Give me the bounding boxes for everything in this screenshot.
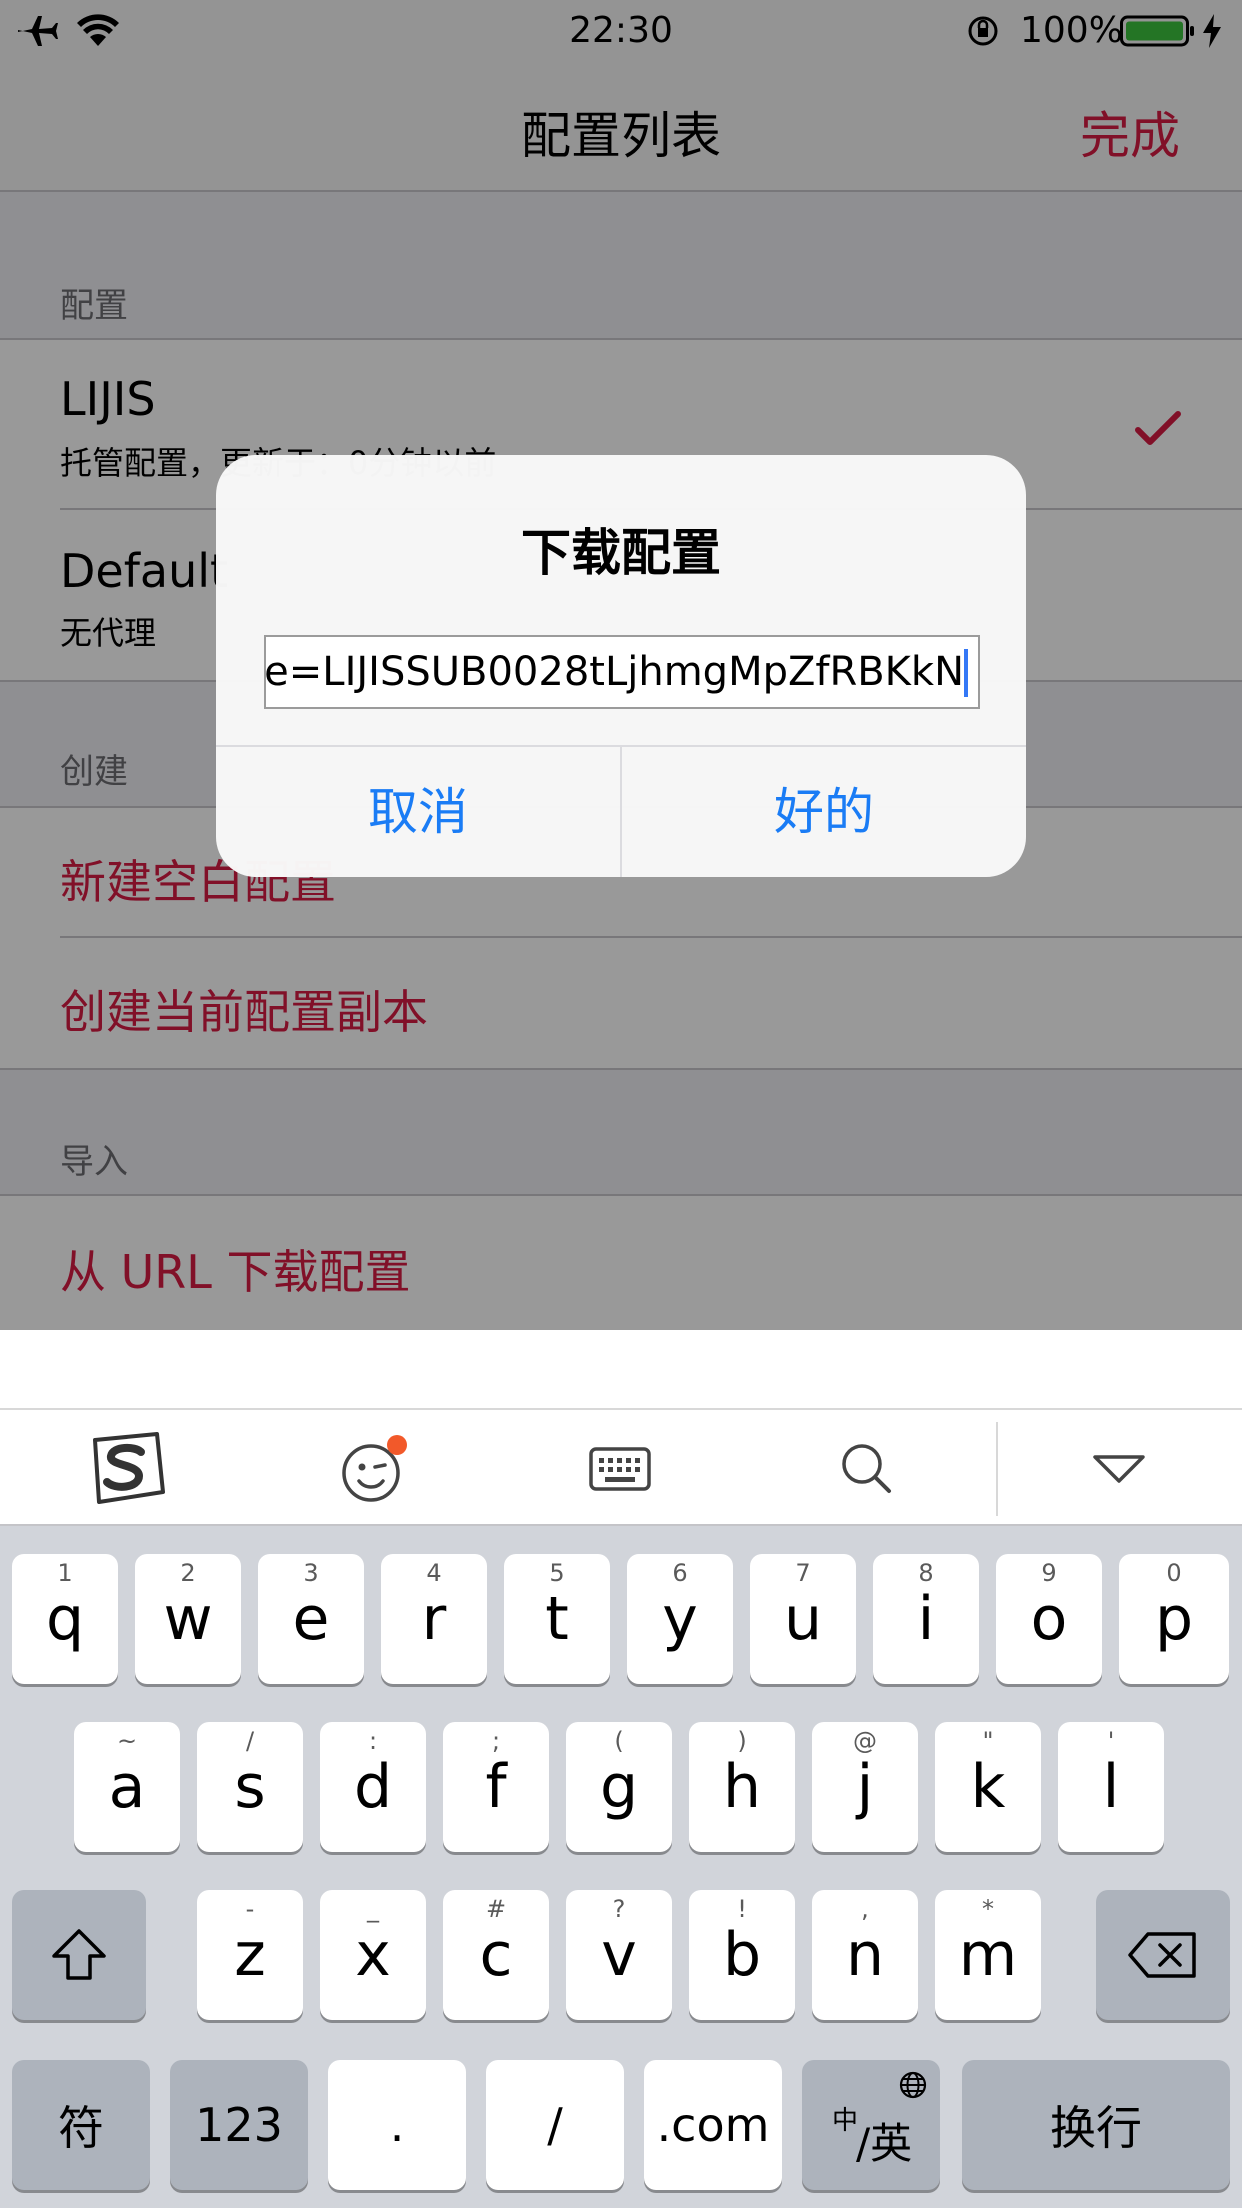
url-input-value: ode=LIJISSUB0028tLjhmgMpZfRBKkN bbox=[264, 649, 964, 695]
globe-icon bbox=[899, 2071, 927, 2099]
key-a[interactable]: ~ a bbox=[74, 1722, 180, 1852]
ime-toolbar bbox=[0, 1408, 1242, 1526]
key-w[interactable]: 2w bbox=[135, 1554, 241, 1684]
key-q[interactable]: 1q bbox=[12, 1554, 118, 1684]
download-config-alert: 下载配置 ode=LIJISSUB0028tLjhmgMpZfRBKkN 取消 … bbox=[216, 455, 1026, 877]
keyboard-accessory-area bbox=[0, 1330, 1242, 1408]
key-x[interactable]: _ x bbox=[320, 1890, 426, 2020]
key-label: q bbox=[45, 1584, 85, 1654]
key-label: a bbox=[108, 1752, 146, 1822]
key-r[interactable]: 4r bbox=[381, 1554, 487, 1684]
shift-icon bbox=[12, 1890, 146, 2020]
key-label: o bbox=[1030, 1584, 1068, 1654]
key-t[interactable]: 5t bbox=[504, 1554, 610, 1684]
keyboard: 1q 2w 3e 4r 5t 6y 7u 8i 9o 0p ~ a / s :d ;… bbox=[0, 1330, 1242, 2208]
key-b[interactable]: ! b bbox=[689, 1890, 795, 2020]
key-label: k bbox=[970, 1752, 1006, 1822]
language-switch-key[interactable]: 中 /英 bbox=[802, 2060, 940, 2190]
key-label: 123 bbox=[195, 2098, 283, 2152]
key-label: /英 bbox=[856, 2119, 913, 2168]
key-z[interactable]: -z bbox=[197, 1890, 303, 2020]
key-y[interactable]: 6y bbox=[627, 1554, 733, 1684]
sogou-logo-icon[interactable] bbox=[70, 1410, 180, 1528]
cancel-button[interactable]: 取消 bbox=[216, 747, 620, 877]
key-label: r bbox=[421, 1584, 447, 1654]
dotcom-key[interactable]: .com bbox=[644, 2060, 782, 2190]
key-label: y bbox=[662, 1584, 698, 1654]
symbols-key[interactable]: 符 bbox=[12, 2060, 150, 2190]
key-label: l bbox=[1102, 1752, 1120, 1822]
key-label: m bbox=[958, 1920, 1018, 1990]
key-label: e bbox=[292, 1584, 330, 1654]
key-label: v bbox=[601, 1920, 637, 1990]
divider bbox=[996, 1422, 998, 1516]
key-label: 换行 bbox=[1050, 2101, 1142, 2155]
key-e[interactable]: 3e bbox=[258, 1554, 364, 1684]
key-g[interactable]: (g bbox=[566, 1722, 672, 1852]
key-m[interactable]: * m bbox=[935, 1890, 1041, 2020]
key-u[interactable]: 7u bbox=[750, 1554, 856, 1684]
key-label: 符 bbox=[58, 2101, 104, 2155]
text-caret bbox=[964, 649, 968, 697]
key-label: b bbox=[722, 1920, 762, 1990]
ok-button[interactable]: 好的 bbox=[622, 747, 1026, 877]
key-c[interactable]: # c bbox=[443, 1890, 549, 2020]
shift-key[interactable] bbox=[12, 1890, 146, 2020]
alert-title: 下载配置 bbox=[521, 524, 721, 582]
key-j[interactable]: @ j bbox=[812, 1722, 918, 1852]
key-v[interactable]: ? v bbox=[566, 1890, 672, 2020]
emoji-icon[interactable] bbox=[318, 1410, 428, 1528]
key-o[interactable]: 9o bbox=[996, 1554, 1102, 1684]
key-n[interactable]: ,n bbox=[812, 1890, 918, 2020]
key-label: d bbox=[353, 1752, 393, 1822]
key-label: .com bbox=[656, 2098, 770, 2152]
key-label: . bbox=[389, 2098, 405, 2152]
url-input[interactable]: ode=LIJISSUB0028tLjhmgMpZfRBKkN bbox=[264, 635, 980, 709]
return-key[interactable]: 换行 bbox=[962, 2060, 1230, 2190]
key-i[interactable]: 8i bbox=[873, 1554, 979, 1684]
key-label: i bbox=[917, 1584, 935, 1654]
key-label: c bbox=[479, 1920, 513, 1990]
key-label: p bbox=[1154, 1584, 1194, 1654]
backspace-key[interactable] bbox=[1096, 1890, 1230, 2020]
key-l[interactable]: ' l bbox=[1058, 1722, 1164, 1852]
key-d[interactable]: :d bbox=[320, 1722, 426, 1852]
key-hint: 中 bbox=[832, 2106, 859, 2136]
key-label: x bbox=[355, 1920, 391, 1990]
key-label: s bbox=[234, 1752, 266, 1822]
key-label: h bbox=[722, 1752, 762, 1822]
search-icon[interactable] bbox=[812, 1410, 922, 1528]
period-key[interactable]: . bbox=[328, 2060, 466, 2190]
key-h[interactable]: ) h bbox=[689, 1722, 795, 1852]
key-s[interactable]: / s bbox=[197, 1722, 303, 1852]
key-label: / bbox=[547, 2098, 563, 2152]
key-f[interactable]: ; f bbox=[443, 1722, 549, 1852]
slash-key[interactable]: / bbox=[486, 2060, 624, 2190]
key-k[interactable]: " k bbox=[935, 1722, 1041, 1852]
key-label: t bbox=[545, 1584, 569, 1654]
key-label: f bbox=[485, 1752, 507, 1822]
key-p[interactable]: 0p bbox=[1119, 1554, 1229, 1684]
key-label: n bbox=[845, 1920, 885, 1990]
key-label: z bbox=[234, 1920, 266, 1990]
numbers-key[interactable]: 123 bbox=[170, 2060, 308, 2190]
key-label: g bbox=[599, 1752, 639, 1822]
collapse-keyboard-icon[interactable] bbox=[1064, 1410, 1174, 1528]
key-label: j bbox=[856, 1752, 874, 1822]
key-label: w bbox=[163, 1584, 213, 1654]
key-label: u bbox=[783, 1584, 823, 1654]
keyboard-icon[interactable] bbox=[565, 1410, 675, 1528]
backspace-icon bbox=[1096, 1890, 1230, 2020]
